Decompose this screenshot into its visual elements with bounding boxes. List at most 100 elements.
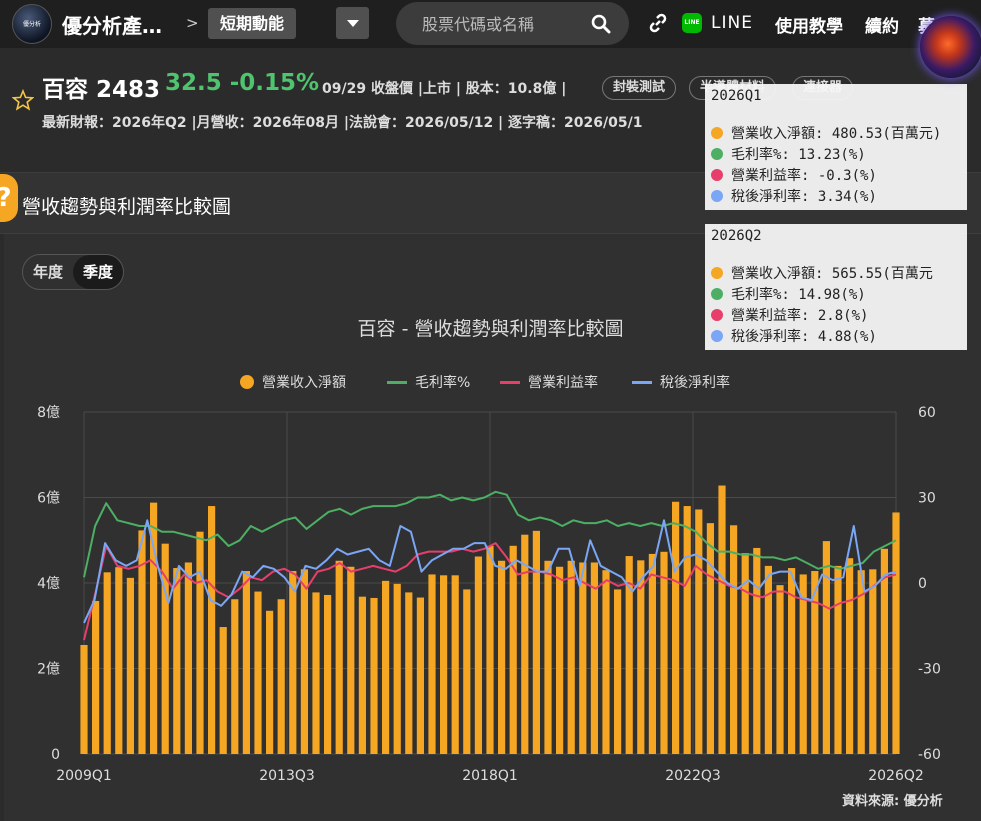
revenue-bar — [324, 594, 332, 754]
revenue-bar — [289, 571, 297, 754]
tooltip-value: 稅後淨利率: 4.88(%) — [731, 328, 877, 345]
tooltip-dot — [711, 287, 723, 300]
data-source: 資料來源: 優分析 — [842, 794, 943, 809]
revenue-bar — [393, 583, 401, 754]
revenue-bar — [347, 566, 355, 754]
revenue-bar — [92, 600, 100, 754]
revenue-bar — [231, 599, 239, 754]
revenue-bar — [718, 485, 726, 754]
revenue-bar — [567, 560, 575, 754]
revenue-bar — [776, 585, 784, 754]
tooltip-row: 毛利率%: 14.98(%) — [711, 283, 961, 304]
revenue-bar — [869, 569, 877, 754]
revenue-bar — [683, 506, 691, 754]
revenue-bar — [532, 530, 540, 754]
tooltip-value: 營業利益率: -0.3(%) — [731, 167, 877, 184]
x-tick-label: 2026Q2 — [868, 768, 924, 784]
x-tick-label: 2013Q3 — [259, 768, 315, 784]
revenue-bar — [474, 556, 482, 754]
y-left-tick-label: 2億 — [37, 662, 60, 678]
tooltip-row: 營業收入淨額: 480.53(百萬元) — [711, 122, 961, 143]
revenue-bar — [126, 577, 134, 754]
revenue-bar — [730, 525, 738, 754]
tooltip-row: 稅後淨利率: 3.34(%) — [711, 185, 961, 206]
chart-tooltip: 2026Q2 營業收入淨額: 565.55(百萬元 毛利率%: 14.98(%)… — [705, 224, 967, 350]
y-right-tick-label: -60 — [918, 747, 941, 763]
y-right-tick-label: -30 — [918, 662, 941, 678]
tooltip-value: 毛利率%: 13.23(%) — [731, 146, 866, 163]
revenue-bar — [242, 571, 250, 754]
revenue-bar — [184, 562, 192, 754]
revenue-bar — [254, 591, 262, 754]
revenue-bar — [266, 610, 274, 754]
revenue-bar — [822, 541, 830, 754]
x-tick-label: 2018Q1 — [462, 768, 518, 784]
revenue-bar — [614, 589, 622, 754]
revenue-bar — [196, 531, 204, 754]
revenue-bar — [80, 644, 88, 754]
revenue-bar — [208, 506, 216, 754]
revenue-bar — [405, 592, 413, 754]
x-tick-label: 2022Q3 — [665, 768, 721, 784]
revenue-bar — [277, 599, 285, 754]
revenue-bar — [173, 568, 181, 754]
tooltip-dot — [711, 168, 723, 181]
revenue-bar — [706, 523, 714, 754]
y-left-tick-label: 4億 — [37, 576, 60, 592]
revenue-bar — [579, 562, 587, 754]
revenue-bar — [892, 512, 900, 754]
y-left-tick-label: 8億 — [37, 405, 60, 421]
revenue-bar — [799, 574, 807, 754]
revenue-bar — [486, 545, 494, 754]
y-left-tick-label: 6億 — [37, 491, 60, 507]
x-tick-label: 2009Q1 — [56, 768, 112, 784]
tooltip-value: 稅後淨利率: 3.34(%) — [731, 188, 877, 205]
revenue-bar — [312, 592, 320, 754]
revenue-bar — [834, 565, 842, 754]
tooltip-dot — [711, 126, 723, 139]
revenue-bar — [335, 560, 343, 754]
revenue-bar — [521, 534, 529, 754]
y-right-tick-label: 30 — [918, 491, 936, 507]
tooltip-dot — [711, 329, 723, 342]
tooltip-dot — [711, 308, 723, 321]
revenue-bar — [440, 575, 448, 754]
user-avatar[interactable] — [920, 16, 981, 78]
tooltip-row: 營業利益率: 2.8(%) — [711, 304, 961, 325]
tooltip-dot — [711, 266, 723, 279]
revenue-bar — [428, 574, 436, 754]
revenue-bar — [416, 597, 424, 754]
y-left-tick-label: 0 — [51, 747, 60, 763]
revenue-bar — [115, 567, 123, 754]
revenue-bar — [103, 572, 111, 754]
tooltip-row: 營業收入淨額: 565.55(百萬元 — [711, 262, 961, 283]
revenue-bar — [463, 589, 471, 754]
tooltip-value: 營業利益率: 2.8(%) — [731, 307, 869, 324]
y-right-tick-label: 0 — [918, 576, 927, 592]
tooltip-dot — [711, 147, 723, 160]
revenue-bar — [219, 627, 227, 754]
tooltip-value: 毛利率%: 14.98(%) — [731, 286, 866, 303]
revenue-bar — [590, 562, 598, 754]
revenue-bar — [602, 570, 610, 754]
revenue-bar — [857, 570, 865, 754]
revenue-bar — [753, 547, 761, 754]
tooltip-title: 2026Q1 — [711, 88, 762, 104]
revenue-bar — [846, 558, 854, 754]
revenue-bar — [382, 580, 390, 754]
revenue-bar — [672, 501, 680, 754]
tooltip-value: 營業收入淨額: 480.53(百萬元) — [731, 125, 942, 142]
revenue-bar — [544, 560, 552, 754]
y-right-tick-label: 60 — [918, 405, 936, 421]
revenue-bar — [370, 597, 378, 754]
revenue-bar — [451, 575, 459, 754]
tooltip-value: 營業收入淨額: 565.55(百萬元 — [731, 265, 933, 282]
revenue-bar — [300, 569, 308, 754]
tooltip-row: 毛利率%: 13.23(%) — [711, 143, 961, 164]
revenue-bar — [498, 560, 506, 754]
revenue-bar — [556, 566, 564, 754]
revenue-bar — [358, 596, 366, 754]
tooltip-row: 營業利益率: -0.3(%) — [711, 164, 961, 185]
chart-tooltip: 2026Q1 營業收入淨額: 480.53(百萬元) 毛利率%: 13.23(%… — [705, 84, 967, 210]
revenue-bar — [648, 553, 656, 754]
